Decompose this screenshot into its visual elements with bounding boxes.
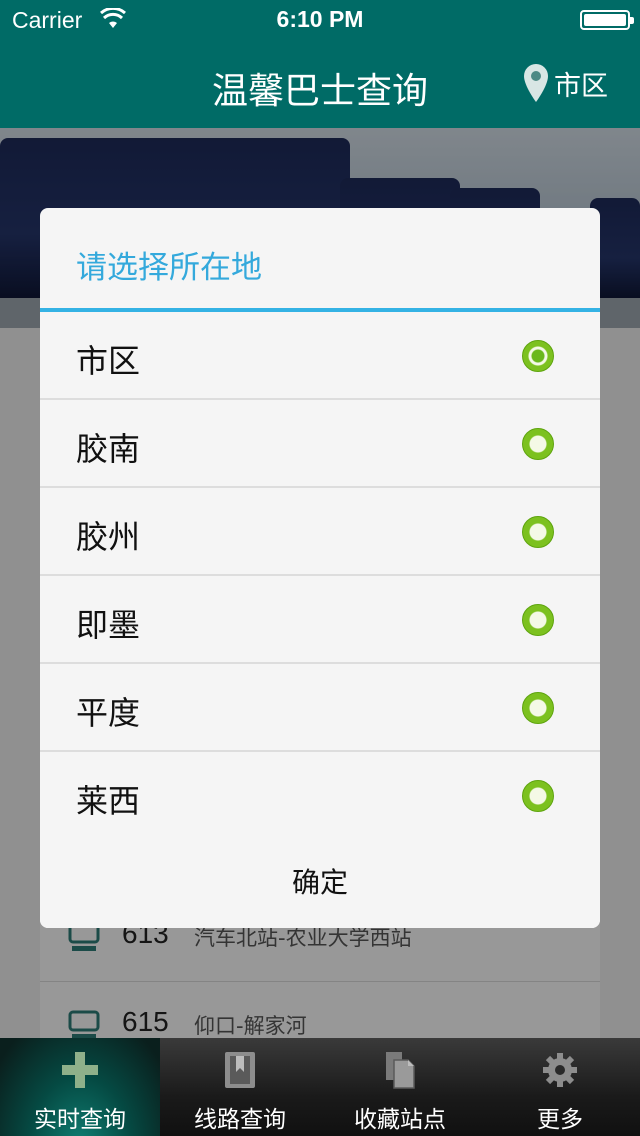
city-selector[interactable]: 市区 xyxy=(522,62,608,104)
status-bar: Carrier 6:10 PM xyxy=(0,0,640,40)
option-laixi[interactable]: 莱西 xyxy=(40,752,600,840)
option-label: 市区 xyxy=(76,342,141,380)
option-label: 平度 xyxy=(76,694,141,732)
option-label: 即墨 xyxy=(76,606,141,644)
dialog-title: 请选择所在地 xyxy=(76,250,262,286)
tab-favorites[interactable]: 收藏站点 xyxy=(320,1038,480,1136)
option-jiaozhou[interactable]: 胶州 xyxy=(40,488,600,576)
option-jiaonan[interactable]: 胶南 xyxy=(40,400,600,488)
status-time: 6:10 PM xyxy=(276,6,364,32)
location-pin-icon xyxy=(524,64,548,102)
tab-route-search[interactable]: 线路查询 xyxy=(160,1038,320,1136)
city-label: 市区 xyxy=(554,70,608,102)
radio-unselected-icon[interactable] xyxy=(522,780,554,812)
radio-unselected-icon[interactable] xyxy=(522,604,554,636)
tab-more[interactable]: 更多 xyxy=(480,1038,640,1136)
tab-label: 更多 xyxy=(537,1107,583,1133)
plus-icon xyxy=(62,1052,98,1088)
tab-realtime[interactable]: 实时查询 xyxy=(0,1038,160,1136)
radio-selected-icon[interactable] xyxy=(522,340,554,372)
option-label: 胶南 xyxy=(76,430,141,468)
confirm-button[interactable]: 确定 xyxy=(40,838,600,928)
radio-unselected-icon[interactable] xyxy=(522,516,554,548)
option-label: 胶州 xyxy=(76,518,141,556)
option-label: 莱西 xyxy=(76,782,141,820)
book-icon xyxy=(225,1052,255,1088)
radio-unselected-icon[interactable] xyxy=(522,692,554,724)
nav-bar: 温馨巴士查询 市区 xyxy=(0,40,640,128)
battery-icon xyxy=(580,10,634,30)
option-pingdu[interactable]: 平度 xyxy=(40,664,600,752)
tab-label: 线路查询 xyxy=(194,1107,286,1133)
tab-label: 收藏站点 xyxy=(354,1107,446,1133)
gear-icon xyxy=(543,1053,577,1087)
tab-label: 实时查询 xyxy=(34,1107,126,1133)
documents-icon xyxy=(386,1052,415,1089)
dialog-header: 请选择所在地 xyxy=(40,208,600,312)
tab-bar: 实时查询 线路查询 收藏站点 更多 xyxy=(0,1038,640,1136)
location-dialog: 请选择所在地 市区 胶南 胶州 即墨 平度 莱西 确定 xyxy=(40,208,600,928)
radio-unselected-icon[interactable] xyxy=(522,428,554,460)
option-shiqu[interactable]: 市区 xyxy=(40,312,600,400)
option-jimo[interactable]: 即墨 xyxy=(40,576,600,664)
